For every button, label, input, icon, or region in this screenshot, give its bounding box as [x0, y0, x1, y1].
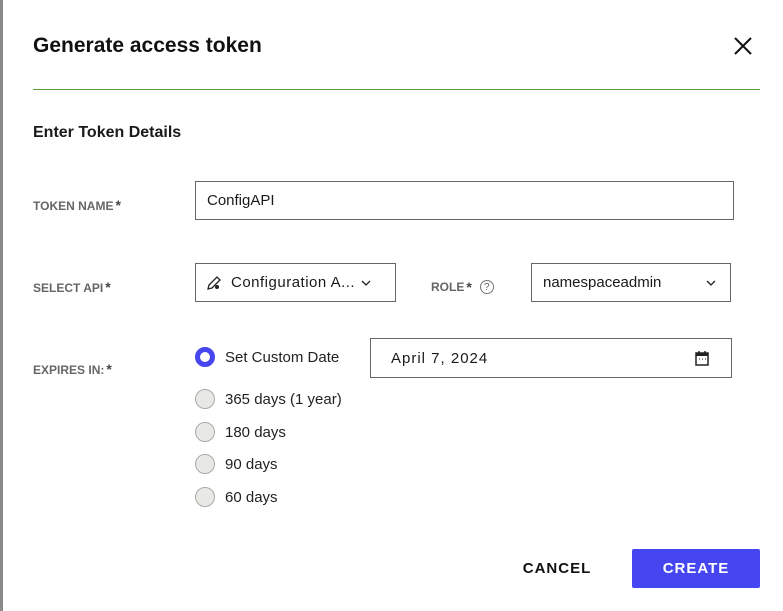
section-title: Enter Token Details	[33, 124, 182, 141]
radio-button[interactable]	[195, 389, 215, 409]
api-edit-icon	[207, 275, 221, 290]
api-value: Configuration A...	[231, 274, 356, 291]
close-icon[interactable]	[732, 35, 754, 57]
radio-365-days[interactable]: 365 days (1 year)	[195, 389, 342, 409]
role-value: namespaceadmin	[543, 274, 662, 291]
left-edge	[0, 0, 3, 611]
select-api-dropdown[interactable]: Configuration A...	[195, 263, 396, 302]
radio-label: 180 days	[225, 423, 286, 441]
calendar-icon[interactable]	[695, 350, 709, 366]
select-api-label: SELECT API *	[33, 279, 111, 295]
radio-button[interactable]	[195, 422, 215, 442]
radio-60-days[interactable]: 60 days	[195, 487, 278, 507]
token-name-label: TOKEN NAME *	[33, 197, 121, 213]
radio-180-days[interactable]: 180 days	[195, 422, 286, 442]
radio-custom-date[interactable]: Set Custom Date	[195, 347, 339, 367]
date-input[interactable]: April 7, 2024	[370, 338, 732, 378]
chevron-down-icon	[361, 280, 371, 286]
token-name-value: ConfigAPI	[207, 192, 275, 209]
expires-label: EXPIRES IN: *	[33, 361, 112, 377]
role-dropdown[interactable]: namespaceadmin	[531, 263, 731, 302]
radio-label: 90 days	[225, 455, 278, 473]
radio-label: 60 days	[225, 488, 278, 506]
radio-button[interactable]	[195, 487, 215, 507]
date-value: April 7, 2024	[391, 349, 489, 367]
chevron-down-icon	[706, 280, 716, 286]
cancel-button[interactable]: CANCEL	[505, 549, 609, 588]
radio-90-days[interactable]: 90 days	[195, 454, 278, 474]
help-icon[interactable]: ?	[479, 280, 494, 294]
radio-label: 365 days (1 year)	[225, 390, 342, 408]
radio-label: Set Custom Date	[225, 348, 340, 366]
token-name-input[interactable]: ConfigAPI	[195, 181, 734, 220]
divider	[33, 89, 760, 90]
radio-button[interactable]	[195, 347, 215, 367]
radio-button[interactable]	[195, 454, 215, 474]
dialog-title: Generate access token	[33, 34, 262, 57]
create-button[interactable]: CREATE	[632, 549, 760, 588]
role-label: ROLE * ?	[431, 279, 494, 295]
